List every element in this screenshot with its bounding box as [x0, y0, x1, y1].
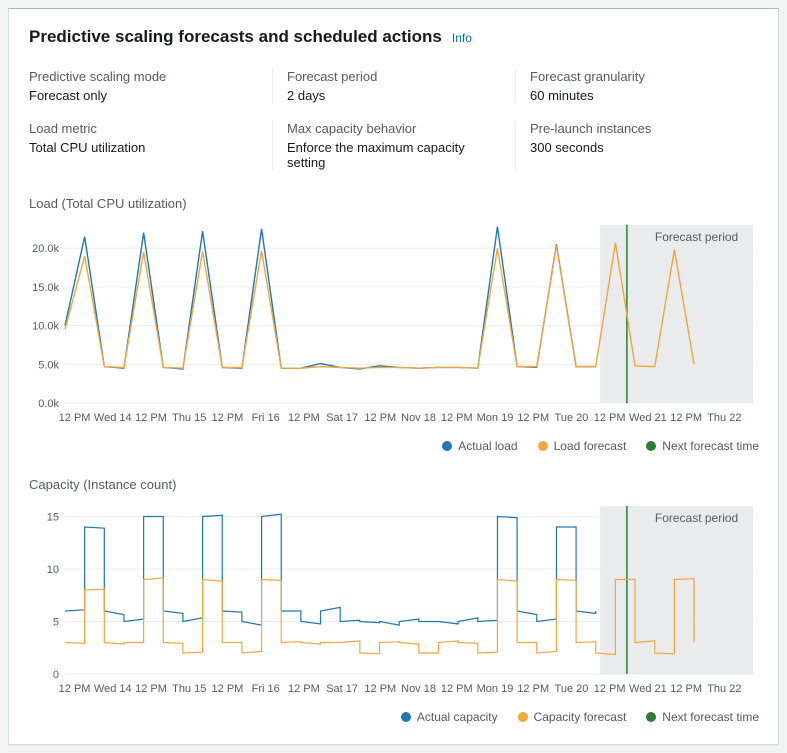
legend-load-forecast: Load forecast — [538, 439, 627, 453]
kv-label: Pre-launch instances — [530, 121, 748, 136]
capacity-chart-title: Capacity (Instance count) — [29, 477, 758, 492]
svg-text:10: 10 — [47, 564, 59, 576]
svg-text:Fri 16: Fri 16 — [252, 683, 280, 695]
kv-forecast-period: Forecast period 2 days — [272, 69, 515, 103]
load-legend: Actual load Load forecast Next forecast … — [29, 439, 759, 453]
swatch-actual-icon — [401, 712, 411, 722]
svg-text:12 PM: 12 PM — [670, 412, 702, 424]
svg-text:12 PM: 12 PM — [288, 683, 320, 695]
legend-label: Actual capacity — [417, 710, 498, 724]
svg-text:Wed 14: Wed 14 — [94, 683, 132, 695]
svg-text:12 PM: 12 PM — [212, 683, 244, 695]
legend-label: Next forecast time — [662, 710, 759, 724]
svg-text:Forecast period: Forecast period — [655, 511, 738, 525]
swatch-actual-icon — [442, 441, 452, 451]
svg-text:12 PM: 12 PM — [135, 412, 167, 424]
svg-text:0: 0 — [53, 669, 59, 681]
legend-label: Next forecast time — [662, 439, 759, 453]
load-chart-section: Load (Total CPU utilization) 0.0k 5.0k 10.… — [29, 196, 758, 453]
svg-text:0.0k: 0.0k — [38, 398, 59, 410]
kv-label: Load metric — [29, 121, 262, 136]
kv-value: Total CPU utilization — [29, 140, 262, 155]
legend-actual-load: Actual load — [442, 439, 517, 453]
svg-text:Thu 22: Thu 22 — [707, 412, 741, 424]
svg-text:12 PM: 12 PM — [594, 683, 626, 695]
kv-scaling-mode: Predictive scaling mode Forecast only — [29, 69, 272, 103]
svg-text:10.0k: 10.0k — [32, 321, 59, 333]
svg-text:Wed 21: Wed 21 — [629, 412, 667, 424]
svg-text:12 PM: 12 PM — [517, 412, 549, 424]
legend-next-forecast-time: Next forecast time — [646, 439, 759, 453]
predictive-scaling-panel: Predictive scaling forecasts and schedul… — [8, 8, 779, 745]
svg-text:Thu 15: Thu 15 — [172, 683, 206, 695]
svg-text:12 PM: 12 PM — [441, 412, 473, 424]
legend-next-forecast-time: Next forecast time — [646, 710, 759, 724]
legend-actual-capacity: Actual capacity — [401, 710, 498, 724]
kv-value: 300 seconds — [530, 140, 748, 155]
svg-text:Mon 19: Mon 19 — [477, 412, 514, 424]
svg-text:Sat 17: Sat 17 — [326, 683, 358, 695]
kv-label: Max capacity behavior — [287, 121, 505, 136]
kv-value: Enforce the maximum capacity setting — [287, 140, 505, 170]
svg-text:Wed 21: Wed 21 — [629, 683, 667, 695]
kv-forecast-granularity: Forecast granularity 60 minutes — [515, 69, 758, 103]
legend-label: Load forecast — [554, 439, 627, 453]
swatch-next-icon — [646, 712, 656, 722]
load-chart: 0.0k5.0k10.0k15.0k20.0k12 PMWed 1412 PMT… — [29, 217, 759, 427]
svg-text:Nov 18: Nov 18 — [401, 412, 436, 424]
capacity-chart-section: Capacity (Instance count) 05101512 PMWed… — [29, 477, 758, 724]
svg-text:Forecast period: Forecast period — [655, 230, 738, 244]
legend-label: Actual load — [458, 439, 517, 453]
svg-text:12 PM: 12 PM — [670, 683, 702, 695]
svg-text:5.0k: 5.0k — [38, 359, 59, 371]
kv-label: Forecast period — [287, 69, 505, 84]
svg-text:Mon 19: Mon 19 — [477, 683, 514, 695]
svg-text:12 PM: 12 PM — [288, 412, 320, 424]
svg-text:12 PM: 12 PM — [364, 412, 396, 424]
svg-text:Nov 18: Nov 18 — [401, 683, 436, 695]
load-chart-svg: 0.0k5.0k10.0k15.0k20.0k12 PMWed 1412 PMT… — [29, 217, 759, 427]
svg-text:5: 5 — [53, 617, 59, 629]
kv-value: 60 minutes — [530, 88, 748, 103]
kv-label: Forecast granularity — [530, 69, 748, 84]
kv-pre-launch-instances: Pre-launch instances 300 seconds — [515, 121, 758, 170]
panel-header: Predictive scaling forecasts and schedul… — [29, 27, 758, 47]
svg-text:Thu 15: Thu 15 — [172, 412, 206, 424]
capacity-chart-svg: 05101512 PMWed 1412 PMThu 1512 PMFri 161… — [29, 498, 759, 698]
swatch-next-icon — [646, 441, 656, 451]
svg-text:Wed 14: Wed 14 — [94, 412, 132, 424]
svg-text:20.0k: 20.0k — [32, 243, 59, 255]
swatch-forecast-icon — [518, 712, 528, 722]
svg-text:12 PM: 12 PM — [59, 412, 91, 424]
kv-value: 2 days — [287, 88, 505, 103]
legend-capacity-forecast: Capacity forecast — [518, 710, 627, 724]
info-link[interactable]: Info — [452, 31, 472, 45]
svg-text:12 PM: 12 PM — [135, 683, 167, 695]
kv-load-metric: Load metric Total CPU utilization — [29, 121, 272, 170]
svg-text:Thu 22: Thu 22 — [707, 683, 741, 695]
swatch-forecast-icon — [538, 441, 548, 451]
svg-text:Sat 17: Sat 17 — [326, 412, 358, 424]
legend-label: Capacity forecast — [534, 710, 627, 724]
load-chart-title: Load (Total CPU utilization) — [29, 196, 758, 211]
svg-text:12 PM: 12 PM — [594, 412, 626, 424]
svg-text:12 PM: 12 PM — [441, 683, 473, 695]
svg-text:Fri 16: Fri 16 — [252, 412, 280, 424]
svg-text:12 PM: 12 PM — [517, 683, 549, 695]
svg-text:15.0k: 15.0k — [32, 282, 59, 294]
capacity-chart: 05101512 PMWed 1412 PMThu 1512 PMFri 161… — [29, 498, 759, 698]
svg-text:Tue 20: Tue 20 — [555, 683, 589, 695]
capacity-legend: Actual capacity Capacity forecast Next f… — [29, 710, 759, 724]
svg-text:15: 15 — [47, 512, 59, 524]
svg-text:Tue 20: Tue 20 — [555, 412, 589, 424]
kv-max-capacity-behavior: Max capacity behavior Enforce the maximu… — [272, 121, 515, 170]
svg-text:12 PM: 12 PM — [212, 412, 244, 424]
svg-text:12 PM: 12 PM — [364, 683, 396, 695]
kv-label: Predictive scaling mode — [29, 69, 262, 84]
kv-value: Forecast only — [29, 88, 262, 103]
svg-text:12 PM: 12 PM — [59, 683, 91, 695]
panel-title: Predictive scaling forecasts and schedul… — [29, 27, 442, 47]
details-grid: Predictive scaling mode Forecast only Fo… — [29, 69, 758, 170]
